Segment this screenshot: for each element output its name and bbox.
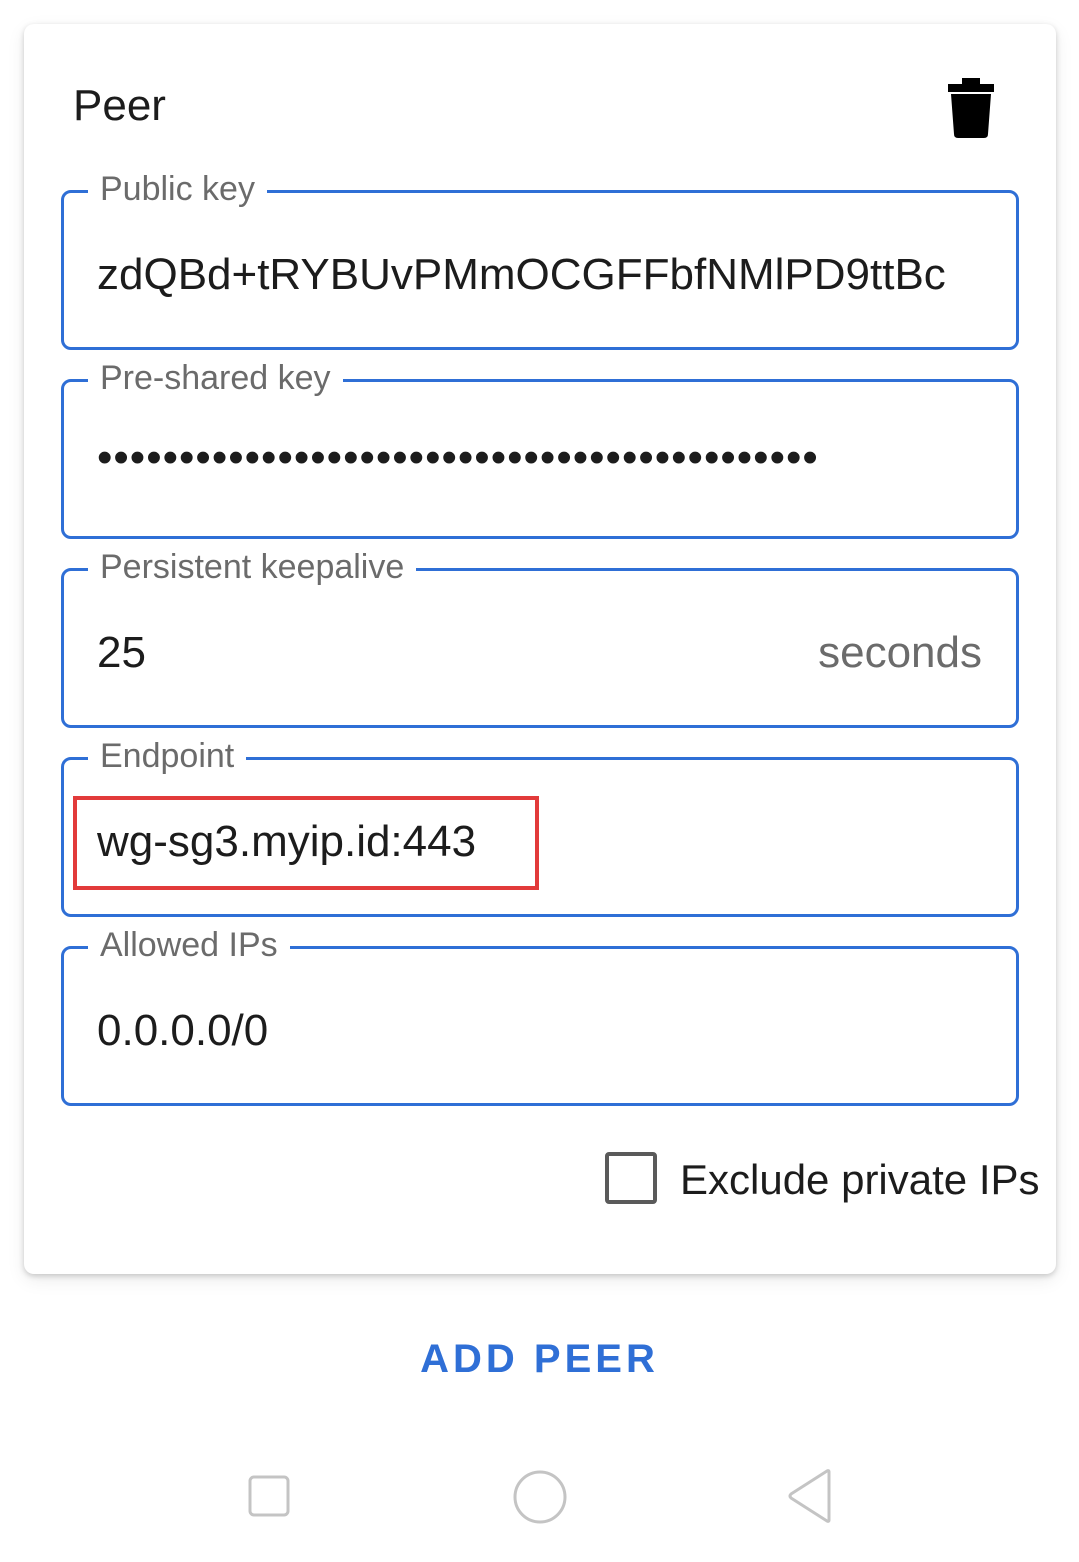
endpoint-highlight-box [73, 796, 539, 890]
exclude-private-ips-label[interactable]: Exclude private IPs [680, 1154, 1040, 1206]
circle-icon[interactable] [512, 1469, 568, 1525]
endpoint-label: Endpoint [88, 736, 247, 776]
add-peer-button[interactable]: ADD PEER [0, 1334, 1079, 1384]
preshared-key-field[interactable]: Pre-shared key •••••••••••••••••••••••••… [61, 358, 1019, 539]
allowed-ips-field[interactable]: Allowed IPs 0.0.0.0/0 [61, 925, 1019, 1106]
square-icon[interactable] [248, 1475, 290, 1517]
public-key-label: Public key [88, 169, 267, 209]
preshared-key-input[interactable]: ••••••••••••••••••••••••••••••••••••••••… [97, 432, 983, 484]
keepalive-label: Persistent keepalive [88, 547, 417, 587]
allowed-ips-input[interactable]: 0.0.0.0/0 [97, 1005, 983, 1057]
keepalive-field[interactable]: Persistent keepalive 25 seconds [61, 547, 1019, 728]
public-key-input[interactable]: zdQBd+tRYBUvPMmOCGFFbfNMlPD9ttBc [97, 249, 983, 301]
trash-icon[interactable] [948, 78, 994, 138]
exclude-private-ips-checkbox[interactable] [605, 1152, 657, 1204]
preshared-key-label: Pre-shared key [88, 358, 343, 398]
triangle-back-icon[interactable] [785, 1468, 833, 1524]
public-key-field[interactable]: Public key zdQBd+tRYBUvPMmOCGFFbfNMlPD9t… [61, 169, 1019, 350]
peer-title: Peer [73, 81, 166, 130]
keepalive-suffix: seconds [818, 628, 982, 677]
allowed-ips-label: Allowed IPs [88, 925, 290, 965]
